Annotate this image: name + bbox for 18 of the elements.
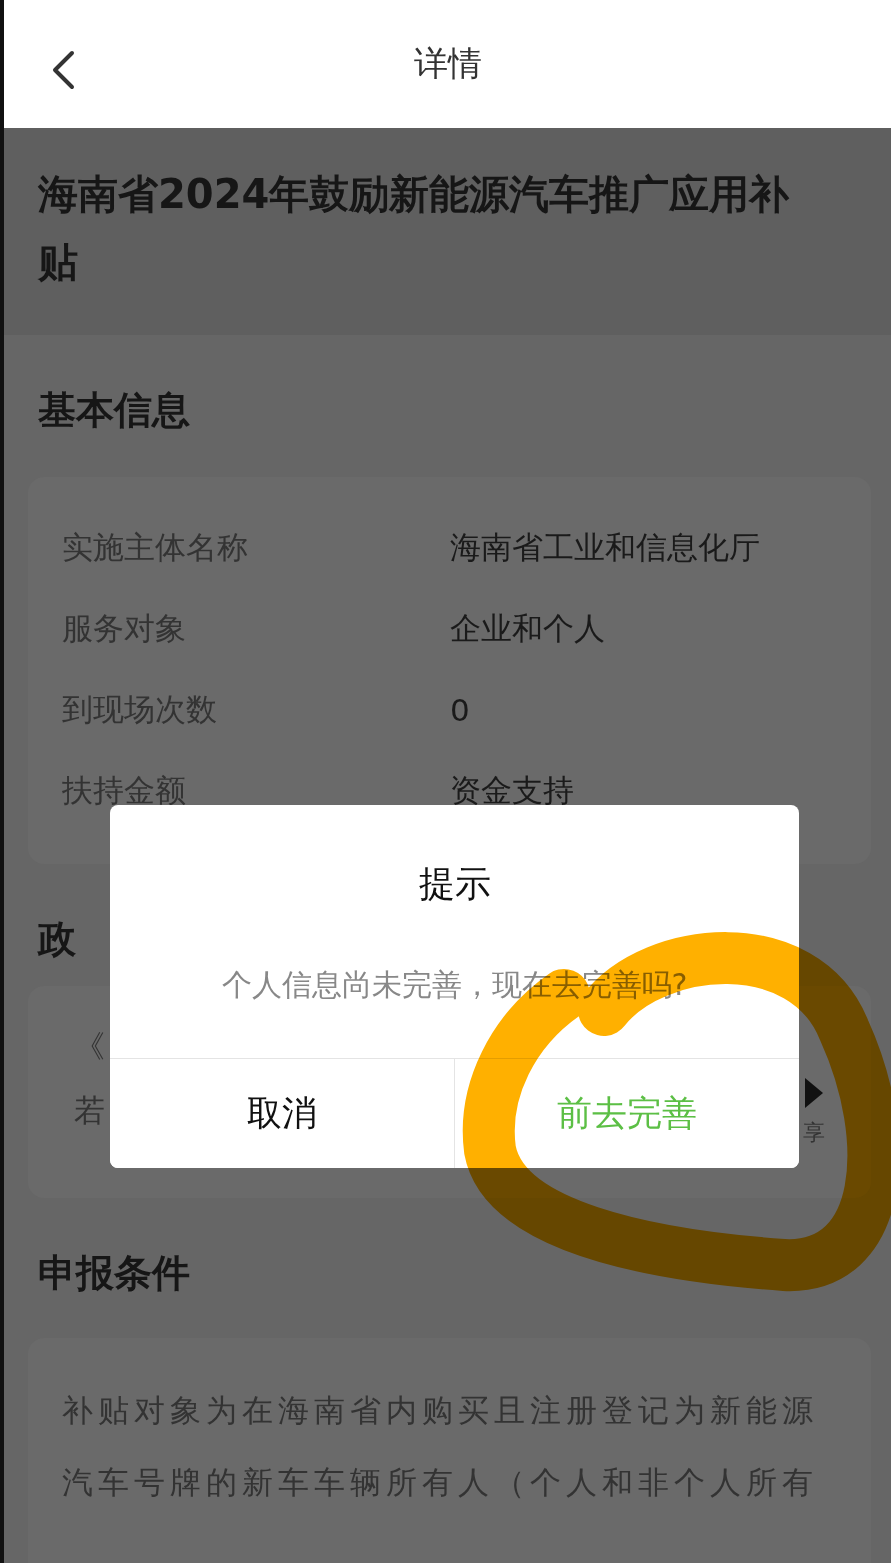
section-heading: 政 xyxy=(36,916,76,956)
page-header-title: 详情 xyxy=(413,42,482,85)
info-value: 海南省工业和信息化厅 xyxy=(450,527,760,567)
info-label: 服务对象 xyxy=(61,608,187,648)
share-button[interactable]: 享 xyxy=(803,1064,825,1148)
policy-text: 《 xyxy=(74,1027,105,1066)
info-value: 0 xyxy=(450,691,470,728)
subsidy-title: 海南省2024年鼓励新能源汽车推广应用补贴 xyxy=(38,170,791,287)
policy-text: 若 xyxy=(74,1091,105,1130)
info-label: 到现场次数 xyxy=(61,689,218,729)
info-value: 企业和个人 xyxy=(450,608,605,648)
dialog-title: 提示 xyxy=(417,862,492,906)
section-heading: 基本信息 xyxy=(37,387,190,427)
info-value: 资金支持 xyxy=(450,770,574,810)
cancel-button[interactable]: 取消 xyxy=(110,1059,455,1168)
section-heading: 申报条件 xyxy=(37,1250,190,1290)
arrow-icon xyxy=(803,1076,825,1110)
info-label: 扶持金额 xyxy=(61,770,187,810)
